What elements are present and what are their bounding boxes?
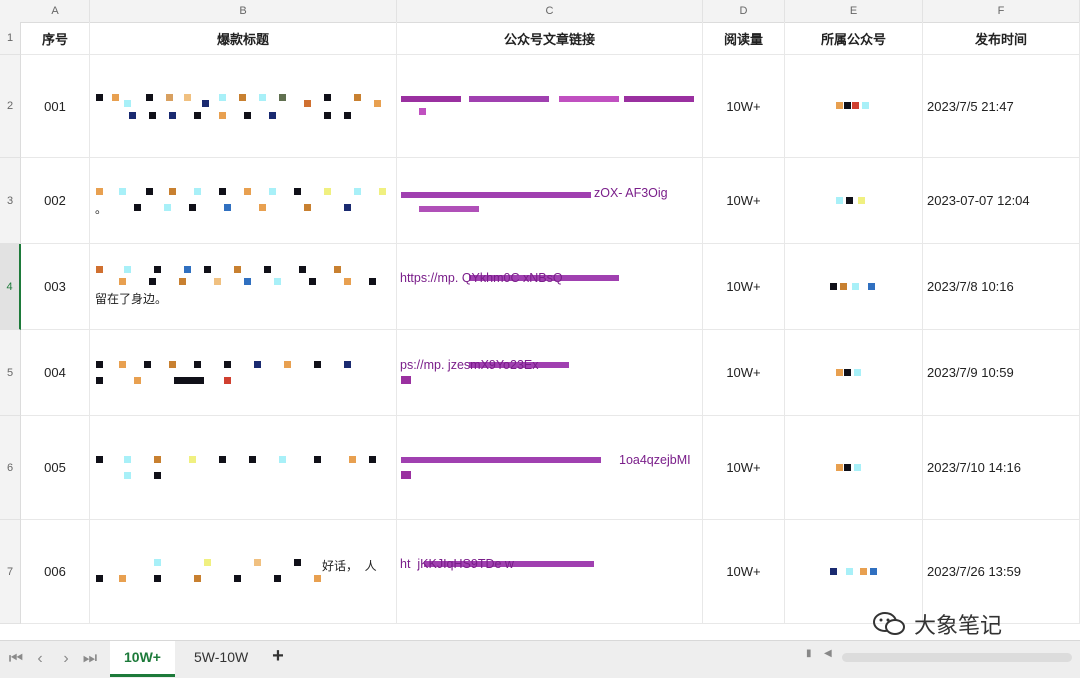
column-header-f[interactable]: F [923,0,1080,22]
cell-reads[interactable]: 10W+ [703,416,785,520]
redacted-link-mosaic: zOX- AF3Oig [399,184,699,218]
tab-5w-10w[interactable]: 5W-10W [180,641,262,674]
cell-time[interactable]: 2023/7/9 10:59 [923,330,1080,416]
redacted-title-mosaic [94,454,384,482]
scroll-divider-icon[interactable]: ▮ [806,648,812,659]
header-cell-title[interactable]: 爆款标题 [90,22,397,55]
header-cell-time[interactable]: 发布时间 [923,22,1080,55]
add-sheet-button[interactable]: + [268,645,288,668]
column-header-e[interactable]: E [785,0,923,22]
redacted-title-mosaic: 留在了身边。 [94,264,389,310]
cell-link[interactable]: ps://mp. jzesmX9Yo23Ex [397,330,703,416]
horizontal-scrollbar[interactable] [842,653,1072,662]
row-header-5[interactable]: 5 [0,330,21,416]
redacted-title-mosaic [94,92,384,120]
row-header-3[interactable]: 3 [0,158,21,244]
link-fragment: https://mp. QYkhm0C xNBsQ [400,270,563,285]
cell-account[interactable] [785,55,923,158]
cell-no[interactable]: 004 [21,330,90,416]
cell-reads[interactable]: 10W+ [703,520,785,624]
cell-reads[interactable]: 10W+ [703,158,785,244]
cell-title[interactable]: 好话， 人 [90,520,397,624]
cell-title[interactable]: 。 [90,158,397,244]
cell-reads[interactable]: 10W+ [703,55,785,158]
redacted-title-mosaic: 好话， 人 [94,557,389,587]
cell-title[interactable] [90,55,397,158]
redacted-link-mosaic [399,92,699,120]
cell-link[interactable]: zOX- AF3Oig [397,158,703,244]
cell-account[interactable] [785,416,923,520]
next-sheet-icon[interactable]: › [56,649,76,669]
first-sheet-icon[interactable]: ⏮ [6,649,26,669]
watermark: 大象笔记 [872,608,1002,640]
cell-time[interactable]: 2023/7/10 14:16 [923,416,1080,520]
cell-account[interactable] [785,158,923,244]
redacted-account-mosaic [834,367,874,379]
cell-no[interactable]: 003 [21,244,90,330]
header-cell-reads[interactable]: 阅读量 [703,22,785,55]
redacted-account-mosaic [834,195,874,207]
column-header-c[interactable]: C [397,0,703,22]
redacted-title-mosaic: 。 [94,186,389,216]
cell-title[interactable] [90,416,397,520]
cell-reads[interactable]: 10W+ [703,244,785,330]
tab-10w-plus[interactable]: 10W+ [110,641,175,677]
sheet-tab-bar: ⏮ ‹ › ⏭ 10W+ 5W-10W + ▮ ◀ [0,640,1080,678]
cell-no[interactable]: 006 [21,520,90,624]
cell-reads[interactable]: 10W+ [703,330,785,416]
link-fragment: 1oa4qzejbMI [619,452,691,467]
cell-time[interactable]: 2023/7/8 10:16 [923,244,1080,330]
redacted-title-mosaic [94,359,384,387]
cell-account[interactable] [785,244,923,330]
redacted-link-mosaic: https://mp. QYkhm0C xNBsQ [399,269,699,305]
cell-account[interactable] [785,330,923,416]
last-sheet-icon[interactable]: ⏭ [80,649,100,669]
title-fragment: 。 [95,201,108,216]
cell-link[interactable]: 1oa4qzejbMI [397,416,703,520]
prev-sheet-icon[interactable]: ‹ [30,649,50,669]
row-header-1[interactable]: 1 [0,22,21,55]
header-cell-link[interactable]: 公众号文章链接 [397,22,703,55]
cell-no[interactable]: 001 [21,55,90,158]
redacted-account-mosaic [834,462,874,474]
link-fragment: ht jKKJIqHS9TDe w [400,556,514,571]
link-fragment: ps://mp. jzesmX9Yo23Ex [400,357,539,372]
redacted-link-mosaic: ht jKKJIqHS9TDe w [399,555,699,589]
redacted-account-mosaic [828,281,880,293]
redacted-account-mosaic [828,566,880,578]
column-header-b[interactable]: B [90,0,397,22]
link-fragment: zOX- AF3Oig [594,185,668,200]
title-fragment: 留在了身边。 [95,291,168,306]
cell-link[interactable] [397,55,703,158]
cell-time[interactable]: 2023/7/5 21:47 [923,55,1080,158]
cell-no[interactable]: 002 [21,158,90,244]
scroll-left-icon[interactable]: ◀ [824,648,832,659]
redacted-account-mosaic [834,100,874,112]
cell-link[interactable]: ht jKKJIqHS9TDe w [397,520,703,624]
cell-link[interactable]: https://mp. QYkhm0C xNBsQ [397,244,703,330]
row-header-7[interactable]: 7 [0,520,21,624]
spreadsheet-grid: A B C D E F 1 2 3 4 5 6 7 序号 爆款标题 公众号文章链… [0,0,1080,640]
column-header-d[interactable]: D [703,0,785,22]
cell-no[interactable]: 005 [21,416,90,520]
cell-title[interactable] [90,330,397,416]
header-cell-account[interactable]: 所属公众号 [785,22,923,55]
watermark-text: 大象笔记 [914,614,1003,639]
row-header-4[interactable]: 4 [0,244,21,330]
header-cell-no[interactable]: 序号 [21,22,90,55]
redacted-link-mosaic: ps://mp. jzesmX9Yo23Ex [399,356,699,390]
cell-title[interactable]: 留在了身边。 [90,244,397,330]
column-header-a[interactable]: A [21,0,90,22]
row-header-6[interactable]: 6 [0,416,21,520]
row-header-2[interactable]: 2 [0,55,21,158]
title-fragment: 好话， 人 [322,558,377,573]
cell-time[interactable]: 2023-07-07 12:04 [923,158,1080,244]
redacted-link-mosaic: 1oa4qzejbMI [399,451,699,485]
wechat-icon [873,612,905,635]
column-header-bar: A B C D E F [0,0,1080,23]
